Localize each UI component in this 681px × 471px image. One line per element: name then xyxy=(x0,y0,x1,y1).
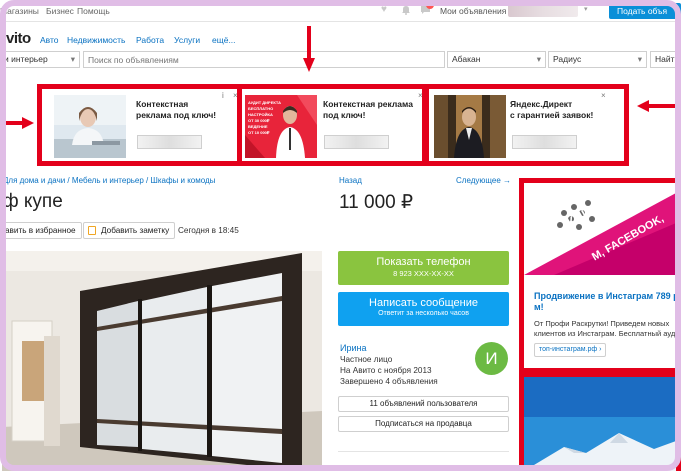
publish-date: Сегодня в 18:45 xyxy=(178,226,239,235)
search-input[interactable] xyxy=(83,51,445,68)
ad-info-icon[interactable]: i xyxy=(222,91,224,100)
seller-completed: Завершено 4 объявления xyxy=(340,377,438,386)
seller-type: Частное лицо xyxy=(340,355,393,364)
avatar[interactable]: И xyxy=(475,342,508,375)
avito-logo[interactable]: vito xyxy=(6,30,31,47)
next-link[interactable]: Следующее → xyxy=(456,176,511,185)
ad-title-line-1: Контекстная реклама xyxy=(323,99,413,109)
nav-item-realty[interactable]: Недвижимость xyxy=(67,35,125,45)
write-message-label: Написать сообщение xyxy=(369,297,478,309)
add-note-label: Добавить заметку xyxy=(101,226,170,235)
nav-item-services[interactable]: Услуги xyxy=(174,35,200,45)
ad-block-1[interactable]: i × Контекстная реклама под ключ! xyxy=(37,84,242,166)
topbar-link-business[interactable]: Бизнес xyxy=(46,6,74,16)
down-arrow-annotation xyxy=(303,26,315,72)
ad-title: Контекстная реклама под ключ! xyxy=(323,99,413,121)
seller-since: На Авито с ноября 2013 xyxy=(340,366,432,375)
breadcrumb[interactable]: Для дома и дачи / Мебель и интерьер / Шк… xyxy=(3,176,215,185)
user-name-blurred[interactable] xyxy=(508,4,578,17)
right-arrow-annotation xyxy=(637,100,681,112)
phone-number-masked: 8 923 XXX-XX-XX xyxy=(393,269,454,278)
divider xyxy=(338,451,509,452)
right-ad-text: От Профи Раскрутки! Приведем новых клиен… xyxy=(534,319,680,338)
search-button[interactable]: Найт xyxy=(650,51,681,68)
listing-photo[interactable] xyxy=(2,251,322,471)
response-time: Ответит за несколько часов xyxy=(378,310,469,317)
ad-title-line-1: Яндекс.Директ xyxy=(510,99,573,109)
right-ad-instagram[interactable]: КЛИЕНТЫ И M, FACEBOOK, Продвижение в Инс… xyxy=(519,178,681,373)
post-ad-button[interactable]: Подать объя xyxy=(609,3,681,19)
ad-title-line-2: с гарантией заявок! xyxy=(510,110,594,120)
subscribe-button[interactable]: Подписаться на продавца xyxy=(338,416,509,432)
chevron-down-icon: ▾ xyxy=(637,54,642,64)
city-select-value: Абакан xyxy=(452,54,481,64)
page-title: ф купе xyxy=(3,191,63,212)
chevron-down-icon[interactable]: ▾ xyxy=(584,5,594,15)
close-icon[interactable]: × xyxy=(418,91,423,100)
ad-link-blurred[interactable] xyxy=(324,135,389,149)
show-phone-button[interactable]: Показать телефон 8 923 XXX-XX-XX xyxy=(338,251,509,285)
note-icon xyxy=(88,226,96,235)
ad-title-line-1: Контекстная xyxy=(136,99,189,109)
chevron-down-icon: ▾ xyxy=(70,54,75,64)
add-note-button[interactable]: Добавить заметку xyxy=(83,222,176,239)
right-ad-image[interactable]: КЛИЕНТЫ И M, FACEBOOK, xyxy=(524,183,676,275)
ad-title: Контекстная реклама под ключ! xyxy=(136,99,216,121)
top-bar: Магазины Бизнес Помощь ♥ 1 Мои объявлени… xyxy=(0,0,681,22)
ad-title: Яндекс.Директ с гарантией заявок! xyxy=(510,99,593,121)
ad-block-3[interactable]: × Яндекс.Директ с гарантией заявок! xyxy=(424,84,629,166)
category-select-value: и интерьер xyxy=(4,54,48,64)
left-arrow-annotation xyxy=(0,117,34,129)
notification-badge: 1 xyxy=(426,1,434,9)
chevron-down-icon: ▾ xyxy=(536,54,541,64)
right-ad-link-button[interactable]: топ-инстаграм.рф › xyxy=(534,343,607,357)
price: 11 000 ₽ xyxy=(339,192,414,213)
user-ads-button[interactable]: 11 объявлений пользователя xyxy=(338,396,509,412)
ad-title-line-2: реклама под ключ! xyxy=(136,110,217,120)
close-icon[interactable]: × xyxy=(601,91,606,100)
ad-link-blurred[interactable] xyxy=(512,135,577,149)
radius-select-value: Радиус xyxy=(553,54,582,64)
category-select[interactable]: и интерьер ▾ xyxy=(0,51,80,68)
write-message-button[interactable]: Написать сообщение Ответит за несколько … xyxy=(338,292,509,326)
ad-image-woman[interactable] xyxy=(54,95,126,158)
seller-name[interactable]: Ирина xyxy=(340,343,366,353)
add-to-favorites-button[interactable]: авить в избранное xyxy=(0,222,82,239)
ad-link-blurred[interactable] xyxy=(137,135,202,149)
ad-image-text: АУДИТ ДИРЕКТА БЕСПЛАТНО НАСТРОЙКА ОТ 30 … xyxy=(248,100,288,136)
ad-image-text-line: ОТ 10 000₽ xyxy=(248,130,270,135)
show-phone-label: Показать телефон xyxy=(376,256,471,268)
bell-icon[interactable] xyxy=(401,5,411,15)
my-ads-link[interactable]: Мои объявления xyxy=(440,6,506,16)
right-ad-title[interactable]: Продвижение в Инстаграм 789 р/м! xyxy=(534,291,676,313)
ad-block-2[interactable]: АУДИТ ДИРЕКТА БЕСПЛАТНО НАСТРОЙКА ОТ 30 … xyxy=(237,84,427,166)
topbar-link-shops[interactable]: Магазины xyxy=(0,6,39,16)
nav-item-auto[interactable]: Авто xyxy=(40,35,59,45)
ad-title-line-2: под ключ! xyxy=(323,110,366,120)
right-ad-mountain[interactable] xyxy=(519,372,681,471)
heart-icon[interactable]: ♥ xyxy=(381,5,391,15)
mountain-image[interactable] xyxy=(524,377,676,471)
ad-image-man[interactable]: АУДИТ ДИРЕКТА БЕСПЛАТНО НАСТРОЙКА ОТ 30 … xyxy=(245,95,317,158)
city-select[interactable]: Абакан ▾ xyxy=(447,51,546,68)
radius-select[interactable]: Радиус ▾ xyxy=(548,51,647,68)
ad-image-businessman[interactable] xyxy=(434,95,506,158)
topbar-link-help[interactable]: Помощь xyxy=(77,6,110,16)
nav-item-jobs[interactable]: Работа xyxy=(136,35,164,45)
back-link[interactable]: Назад xyxy=(339,176,362,185)
nav-item-more[interactable]: ещё... xyxy=(212,35,236,45)
